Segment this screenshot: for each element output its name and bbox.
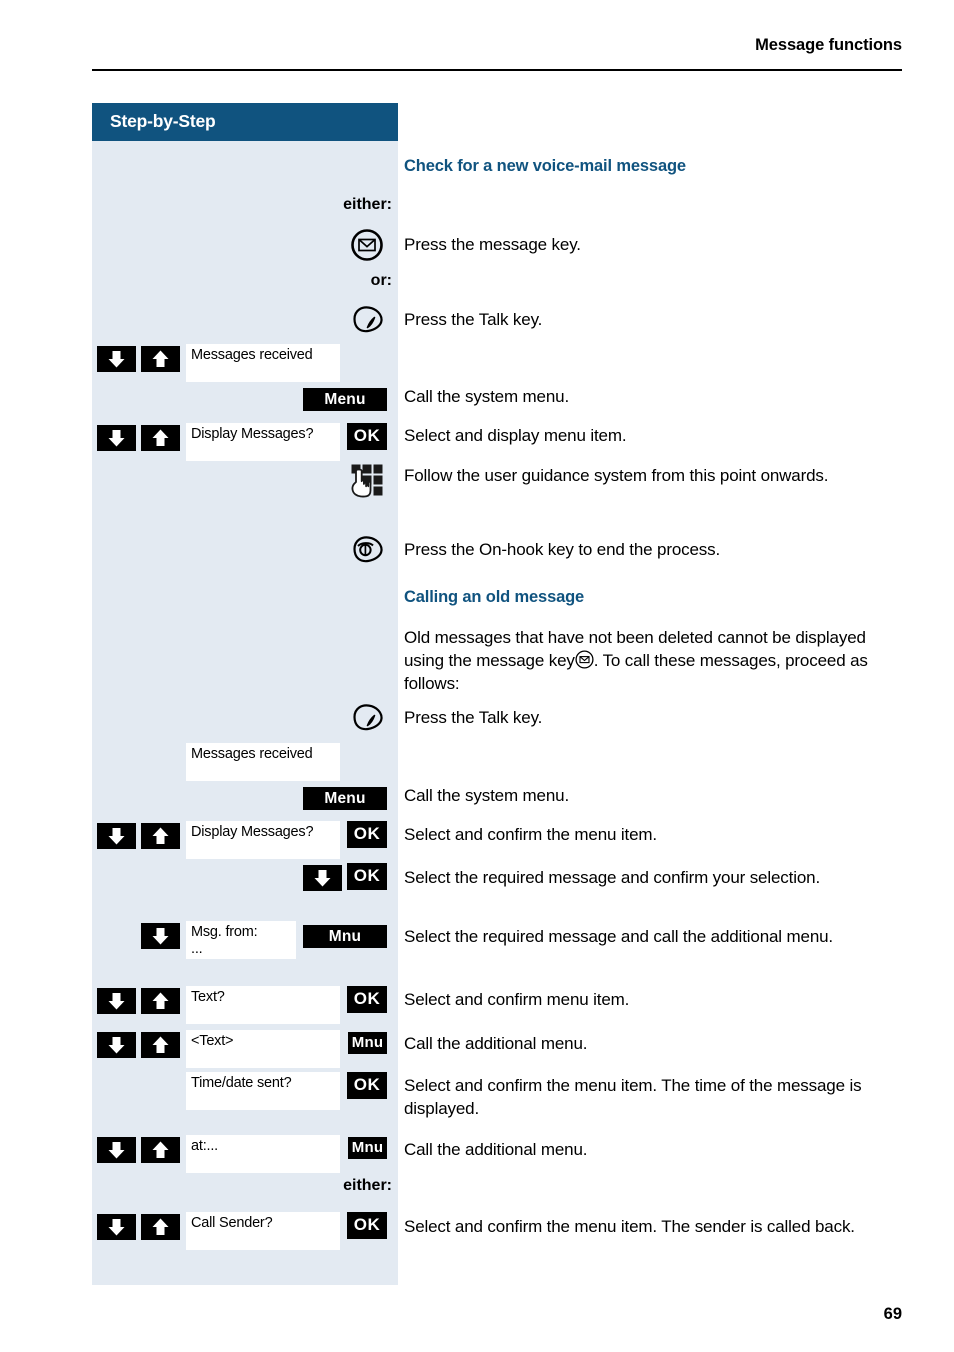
softkey-ok-4[interactable]: OK (347, 986, 387, 1013)
display-text: Call Sender? (191, 1215, 273, 1231)
softkey-ok-3[interactable]: OK (347, 863, 387, 890)
down-arrow-key-3[interactable] (97, 823, 136, 849)
display-text: Text? (191, 989, 225, 1005)
softkey-mnu-1[interactable]: Mnu (303, 925, 387, 948)
step-text-press-talk-key-1: Press the Talk key. (404, 310, 543, 329)
display-msg-from: Msg. from: ... (186, 921, 296, 959)
display-text: Time/date sent? (191, 1075, 292, 1091)
display-display-messages-2: Display Messages? (186, 821, 340, 859)
down-arrow-key-5[interactable] (141, 923, 180, 949)
softkey-menu-1[interactable]: Menu (303, 388, 387, 411)
softkey-mnu-2[interactable]: Mnu (348, 1032, 387, 1054)
paragraph-old-messages: Old messages that have not been deleted … (404, 626, 906, 695)
header-divider-rule (92, 69, 902, 71)
softkey-ok-6[interactable]: OK (347, 1212, 387, 1239)
display-text: Display Messages? (191, 824, 314, 840)
step-text-select-confirm-item-1: Select and confirm the menu item. (404, 825, 658, 844)
section-heading-calling-old-message: Calling an old message (404, 588, 585, 606)
running-header: Message functions (755, 36, 902, 54)
up-arrow-key-6[interactable] (141, 1137, 180, 1163)
step-text-call-add-menu-1: Call the additional menu. (404, 1034, 588, 1053)
either-label-2: either: (343, 1177, 392, 1194)
display-messages-received-2: Messages received (186, 743, 340, 781)
display-at-dots: at:... (186, 1135, 340, 1173)
display-text-question: Text? (186, 986, 340, 1024)
step-text-press-message-key: Press the message key. (404, 235, 581, 254)
keypad-icon[interactable] (350, 463, 388, 501)
section-heading-check-voicemail: Check for a new voice-mail message (404, 157, 686, 175)
softkey-ok-2[interactable]: OK (347, 821, 387, 848)
display-call-sender: Call Sender? (186, 1212, 340, 1250)
softkey-ok-5[interactable]: OK (347, 1072, 387, 1099)
display-text-line1: Msg. from: (191, 924, 258, 940)
display-text-line2: ... (191, 941, 203, 957)
step-text-select-confirm-sender: Select and confirm the menu item. The se… (404, 1217, 855, 1236)
step-text-select-required-addmenu: Select the required message and call the… (404, 927, 834, 946)
up-arrow-key-4[interactable] (141, 988, 180, 1014)
down-arrow-key-9[interactable] (97, 1214, 136, 1240)
softkey-menu-2[interactable]: Menu (303, 787, 387, 810)
up-arrow-key-2[interactable] (141, 425, 180, 451)
softkey-ok-1[interactable]: OK (347, 423, 387, 450)
step-text-call-add-menu-2: Call the additional menu. (404, 1140, 588, 1159)
display-messages-received-1: Messages received (186, 344, 340, 382)
step-text-press-onhook: Press the On-hook key to end the process… (404, 540, 721, 559)
up-arrow-key-7[interactable] (141, 1214, 180, 1240)
talk-key-icon-1[interactable] (351, 305, 385, 335)
display-text: <Text> (191, 1033, 234, 1049)
message-key-icon[interactable] (350, 228, 384, 262)
down-arrow-key-2[interactable] (97, 425, 136, 451)
down-arrow-key-6[interactable] (97, 988, 136, 1014)
step-text-press-talk-key-2: Press the Talk key. (404, 708, 543, 727)
either-label-1: either: (343, 196, 392, 213)
step-text-call-system-menu-1: Call the system menu. (404, 387, 570, 406)
on-hook-key-icon[interactable] (351, 535, 385, 565)
display-text: at:... (191, 1138, 219, 1154)
talk-key-icon-2[interactable] (351, 703, 385, 733)
step-text-select-confirm-item-2: Select and confirm menu item. (404, 990, 630, 1009)
page-number: 69 (883, 1305, 902, 1323)
display-text: Messages received (191, 347, 313, 363)
down-arrow-key-8[interactable] (97, 1137, 136, 1163)
up-arrow-key-5[interactable] (141, 1032, 180, 1058)
down-arrow-key-1[interactable] (97, 346, 136, 372)
up-arrow-key-3[interactable] (141, 823, 180, 849)
up-arrow-key-1[interactable] (141, 346, 180, 372)
display-time-date-sent: Time/date sent? (186, 1072, 340, 1110)
softkey-mnu-3[interactable]: Mnu (348, 1137, 387, 1159)
or-label-1: or: (370, 272, 392, 289)
step-text-select-required-confirm: Select the required message and confirm … (404, 868, 821, 887)
step-by-step-title-text: Step-by-Step (110, 111, 216, 131)
down-arrow-key-7[interactable] (97, 1032, 136, 1058)
down-arrow-key-4[interactable] (303, 865, 342, 891)
step-by-step-title-bar: Step-by-Step (92, 103, 398, 141)
step-text-follow-guidance: Follow the user guidance system from thi… (404, 466, 829, 485)
display-display-messages-1: Display Messages? (186, 423, 340, 461)
message-key-icon-inline (575, 650, 594, 669)
step-text-call-system-menu-2: Call the system menu. (404, 786, 570, 805)
display-text-angle: <Text> (186, 1030, 340, 1068)
step-text-select-display-item: Select and display menu item. (404, 426, 627, 445)
display-text: Display Messages? (191, 426, 314, 442)
display-text: Messages received (191, 746, 313, 762)
step-text-select-confirm-time: Select and confirm the menu item. The ti… (404, 1076, 862, 1118)
